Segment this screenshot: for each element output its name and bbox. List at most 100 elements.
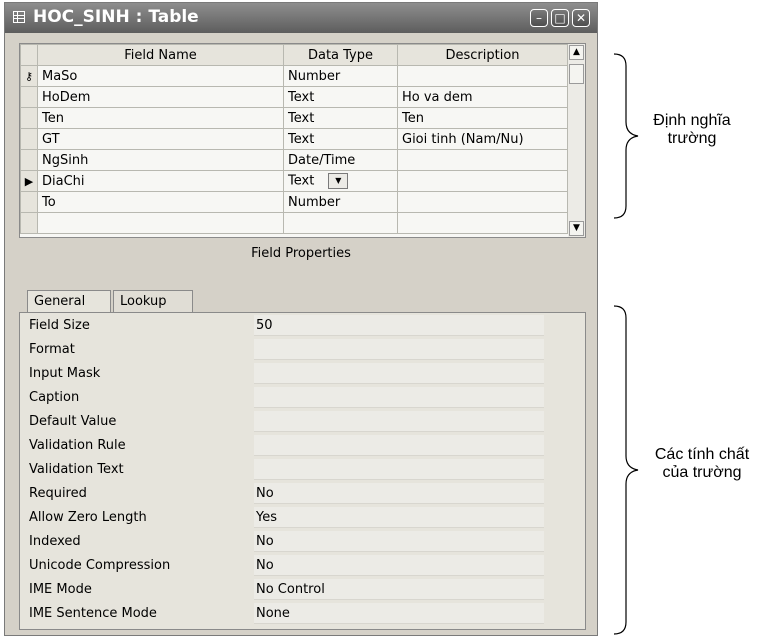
row-selector[interactable] xyxy=(20,128,38,150)
annotation-line: của trường xyxy=(662,464,742,481)
property-value-field[interactable]: No xyxy=(254,483,544,504)
property-row: Default Value xyxy=(20,411,560,433)
column-header-description[interactable]: Description xyxy=(397,44,568,66)
tab-general[interactable]: General xyxy=(27,290,111,312)
property-value-field[interactable]: Yes xyxy=(254,507,544,528)
property-name: Field Size xyxy=(29,318,90,333)
property-value-field[interactable] xyxy=(254,363,544,384)
description-cell[interactable] xyxy=(397,149,568,171)
property-name: Validation Rule xyxy=(29,438,126,453)
scroll-up-icon[interactable]: ▲ xyxy=(569,45,584,60)
field-name-cell-text: NgSinh xyxy=(42,152,89,168)
title-bar[interactable]: HOC_SINH : Table – □ ✕ xyxy=(5,3,597,33)
description-cell[interactable]: Ten xyxy=(397,107,568,129)
column-header-field-name[interactable]: Field Name xyxy=(37,44,284,66)
property-name: Allow Zero Length xyxy=(29,510,147,525)
row-selector[interactable] xyxy=(20,86,38,108)
table-row[interactable]: Ten Text Ten xyxy=(20,107,568,129)
description-cell[interactable] xyxy=(397,170,568,192)
property-value-field[interactable] xyxy=(254,339,544,360)
description-cell-text: Ten xyxy=(402,110,424,126)
property-name: Validation Text xyxy=(29,462,124,477)
field-table: Field Name Data Type Description ⚷ MaSo Nu… xyxy=(20,44,568,234)
property-name: IME Mode xyxy=(29,582,92,597)
table-row[interactable]: GT Text Gioi tinh (Nam/Nu) xyxy=(20,128,568,150)
data-type-cell-text: Number xyxy=(288,194,341,210)
property-name: Default Value xyxy=(29,414,117,429)
property-value-field[interactable]: 50 xyxy=(254,315,544,336)
window-title: HOC_SINH : Table xyxy=(33,7,199,27)
key-icon[interactable]: ⚷ xyxy=(20,65,38,87)
property-row: Required No xyxy=(20,483,560,505)
data-type-cell[interactable]: Number xyxy=(283,191,398,213)
field-name-cell[interactable]: DiaChi xyxy=(37,170,284,192)
data-type-cell[interactable]: Text xyxy=(283,128,398,150)
data-type-cell-text: Text xyxy=(288,89,315,105)
data-type-cell[interactable]: Text ▼ xyxy=(283,170,398,192)
scroll-thumb[interactable] xyxy=(569,64,584,84)
property-value-field[interactable]: No Control xyxy=(254,579,544,600)
column-header-data-type[interactable]: Data Type xyxy=(283,44,398,66)
data-type-cell[interactable]: Number xyxy=(283,65,398,87)
field-name-cell-text: To xyxy=(42,194,56,210)
row-selector[interactable] xyxy=(20,149,38,171)
table-row[interactable]: To Number xyxy=(20,191,568,213)
close-button[interactable]: ✕ xyxy=(572,9,590,27)
description-cell[interactable] xyxy=(397,212,568,234)
property-value-field[interactable]: No xyxy=(254,555,544,576)
field-name-cell[interactable]: To xyxy=(37,191,284,213)
field-name-cell[interactable]: MaSo xyxy=(37,65,284,87)
current-row-arrow[interactable]: ▶ xyxy=(20,170,38,192)
tab-lookup[interactable]: Lookup xyxy=(113,290,193,312)
properties-panel: Field Size 50 Format Input Mask Caption Defau… xyxy=(19,312,586,630)
property-value-field[interactable] xyxy=(254,435,544,456)
data-type-cell[interactable]: Date/Time xyxy=(283,149,398,171)
field-name-cell-text: HoDem xyxy=(42,89,91,105)
vertical-scrollbar[interactable]: ▲ ▼ xyxy=(568,44,585,237)
minimize-button[interactable]: – xyxy=(530,9,548,27)
maximize-button[interactable]: □ xyxy=(551,9,569,27)
grid-header-row: Field Name Data Type Description xyxy=(20,44,568,66)
description-cell[interactable]: Ho va dem xyxy=(397,86,568,108)
property-value-field[interactable]: None xyxy=(254,603,544,624)
table-row[interactable]: ⚷ MaSo Number xyxy=(20,65,568,87)
property-row: IME Sentence Mode None xyxy=(20,603,560,625)
property-row: Validation Rule xyxy=(20,435,560,457)
header-selector[interactable] xyxy=(20,44,38,66)
property-row: Indexed No xyxy=(20,531,560,553)
field-name-cell-text: MaSo xyxy=(42,68,78,84)
field-definition-annotation: Định nghĩa trường xyxy=(636,112,748,148)
dropdown-arrow-icon[interactable]: ▼ xyxy=(328,173,349,189)
field-name-cell[interactable] xyxy=(37,212,284,234)
property-value-field[interactable] xyxy=(254,459,544,480)
row-selector[interactable] xyxy=(20,191,38,213)
property-value-field[interactable] xyxy=(254,387,544,408)
data-type-cell[interactable]: Text xyxy=(283,86,398,108)
scroll-down-icon[interactable]: ▼ xyxy=(569,221,584,236)
row-selector[interactable] xyxy=(20,107,38,129)
description-cell[interactable] xyxy=(397,191,568,213)
property-value-field[interactable]: No xyxy=(254,531,544,552)
row-selector[interactable] xyxy=(20,212,38,234)
field-name-cell[interactable]: HoDem xyxy=(37,86,284,108)
table-row[interactable]: HoDem Text Ho va dem xyxy=(20,86,568,108)
description-cell-text: Gioi tinh (Nam/Nu) xyxy=(402,131,524,147)
description-cell-text: Ho va dem xyxy=(402,89,473,105)
table-icon xyxy=(13,11,25,23)
field-name-cell[interactable]: GT xyxy=(37,128,284,150)
data-type-cell-text: Text xyxy=(288,131,315,147)
description-cell[interactable] xyxy=(397,65,568,87)
property-row: Format xyxy=(20,339,560,361)
field-name-cell[interactable]: Ten xyxy=(37,107,284,129)
property-value-field[interactable] xyxy=(254,411,544,432)
field-properties-label: Field Properties xyxy=(251,246,351,261)
property-name: Indexed xyxy=(29,534,81,549)
table-row[interactable]: NgSinh Date/Time xyxy=(20,149,568,171)
description-cell[interactable]: Gioi tinh (Nam/Nu) xyxy=(397,128,568,150)
table-row[interactable] xyxy=(20,212,568,234)
property-row: Allow Zero Length Yes xyxy=(20,507,560,529)
data-type-cell[interactable]: Text xyxy=(283,107,398,129)
field-name-cell[interactable]: NgSinh xyxy=(37,149,284,171)
table-row[interactable]: ▶ DiaChi Text ▼ xyxy=(20,170,568,192)
data-type-cell[interactable] xyxy=(283,212,398,234)
